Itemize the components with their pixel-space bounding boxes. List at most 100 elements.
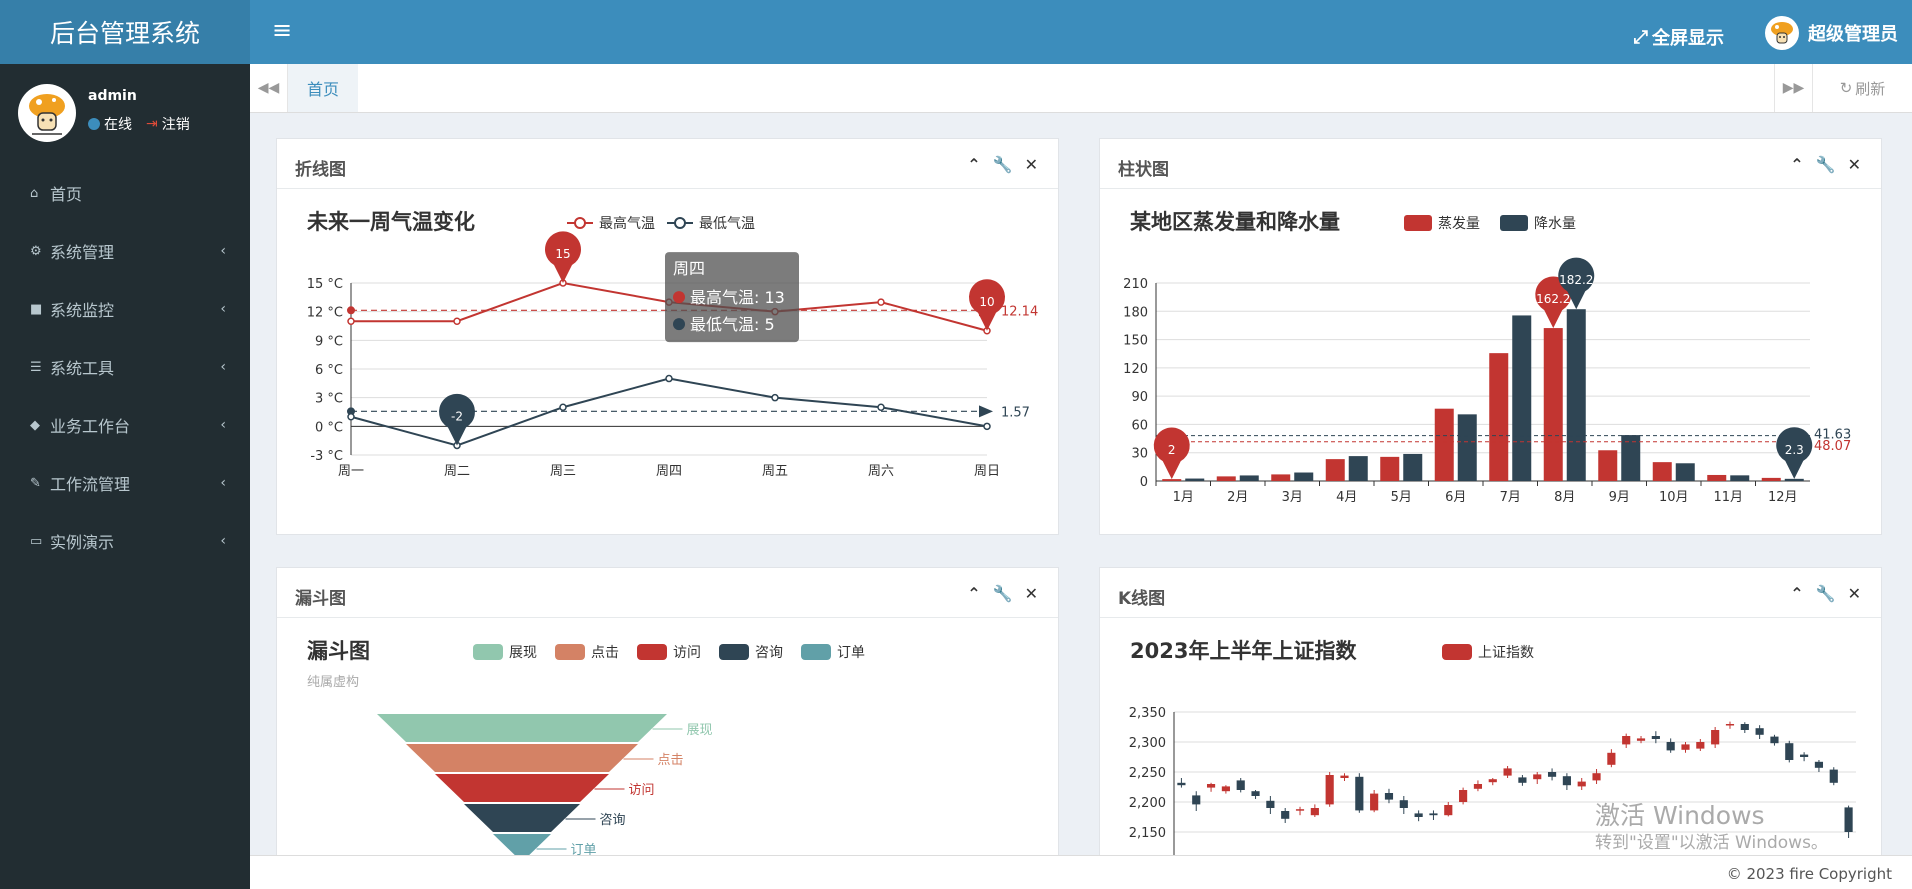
x-tick-label: 7月: [1500, 490, 1521, 505]
sidebar-item-label: 系统工具: [50, 359, 115, 378]
tab-scroll-right-icon[interactable]: ▶▶: [1774, 64, 1812, 112]
data-point: [347, 413, 355, 421]
candle-body: [1651, 736, 1660, 739]
y-tick-label: 12 °C: [307, 306, 343, 321]
y-tick-label: 2,300: [1129, 736, 1166, 751]
activation-watermark-subtitle: 转到"设置"以激活 Windows。: [1595, 833, 1828, 853]
cube-icon: ◆: [30, 417, 40, 433]
candle-body: [1681, 744, 1690, 750]
candle-body: [1221, 786, 1230, 792]
collapse-icon[interactable]: ⌃: [967, 584, 980, 603]
wrench-icon[interactable]: 🔧: [1816, 155, 1836, 174]
collapse-icon[interactable]: ⌃: [1790, 584, 1803, 603]
data-point: [983, 422, 991, 431]
candle-body: [1459, 790, 1468, 802]
panel-header: 柱状图 ⌃ 🔧 ✕: [1100, 139, 1881, 189]
legend-label: 点击: [591, 645, 619, 661]
collapse-icon[interactable]: ⌃: [1790, 155, 1803, 174]
min-marker-label: 2: [1168, 443, 1176, 457]
fullscreen-button[interactable]: ⤢ 全屏显示: [1634, 24, 1724, 50]
expand-icon: ⤢: [1633, 26, 1648, 48]
data-point: [877, 403, 885, 411]
wrench-icon[interactable]: 🔧: [1816, 584, 1836, 603]
max-marker-label: 15: [555, 247, 570, 261]
sidebar-item-workflow[interactable]: ✎ 工作流管理 ‹: [0, 454, 250, 512]
sidebar-item-system-tools[interactable]: ☰ 系统工具 ‹: [0, 338, 250, 396]
y-tick-label: 210: [1123, 277, 1148, 292]
y-tick-label: 60: [1131, 418, 1148, 433]
candle-body: [1755, 728, 1764, 735]
wrench-icon[interactable]: 🔧: [993, 155, 1013, 174]
panel-header: 漏斗图 ⌃ 🔧 ✕: [277, 568, 1058, 618]
candle-body: [1310, 808, 1319, 816]
chevron-left-icon: ‹: [220, 243, 226, 259]
video-icon: ■: [30, 301, 43, 317]
sidebar-toggle-icon[interactable]: ≡: [272, 16, 292, 44]
legend-swatch: [1442, 644, 1472, 660]
candle-body: [1740, 724, 1749, 730]
chevron-left-icon: ‹: [220, 475, 226, 491]
app-title[interactable]: 后台管理系统: [0, 0, 250, 64]
funnel-chart-panel: 漏斗图 ⌃ 🔧 ✕ 漏斗图 纯属虚构 展现 点击 访问 咨询 订单 展现 点击 访问 咨询 订单: [276, 567, 1059, 867]
wrench-icon[interactable]: 🔧: [993, 584, 1013, 603]
sidebar: admin 在线 ⇥ 注销 ⌂ 首页 ⚙ 系统管理 ‹ ■ 系统监控 ‹ ☰ 系统工具 ‹ ◆…: [0, 64, 250, 889]
candle-body: [1533, 774, 1542, 780]
candle-body: [1399, 800, 1408, 808]
sidebar-item-system-management[interactable]: ⚙ 系统管理 ‹: [0, 222, 250, 280]
close-icon[interactable]: ✕: [1025, 584, 1038, 603]
segment-label: 点击: [658, 753, 684, 768]
collapse-icon[interactable]: ⌃: [967, 155, 980, 174]
candle-body: [1577, 781, 1586, 787]
user-menu[interactable]: 超级管理员: [1765, 16, 1898, 50]
tooltip-line: 最低气温: 5: [690, 315, 775, 334]
average-arrow: [979, 405, 993, 418]
close-icon[interactable]: ✕: [1848, 155, 1861, 174]
x-tick-label: 周四: [656, 464, 682, 479]
data-point: [559, 403, 567, 411]
sidebar-item-system-monitor[interactable]: ■ 系统监控 ‹: [0, 280, 250, 338]
close-icon[interactable]: ✕: [1848, 584, 1861, 603]
panel-header: K线图 ⌃ 🔧 ✕: [1100, 568, 1881, 618]
y-tick-label: 2,150: [1129, 826, 1166, 841]
x-tick-label: 10月: [1659, 490, 1689, 505]
sidebar-item-label: 系统监控: [50, 301, 115, 320]
y-tick-label: 0 °C: [315, 420, 343, 435]
logout-link[interactable]: 注销: [162, 114, 190, 134]
user-avatar: [1765, 16, 1799, 50]
segment-label: 展现: [687, 723, 713, 738]
tooltip-marker: [673, 291, 685, 304]
gavel-icon: ✎: [30, 475, 41, 491]
footer: © 2023 fire Copyright: [250, 855, 1912, 889]
x-tick-label: 周二: [444, 464, 470, 479]
sidebar-item-demo[interactable]: ▭ 实例演示 ‹: [0, 512, 250, 570]
y-tick-label: 120: [1123, 362, 1148, 377]
refresh-button[interactable]: ↻ 刷新: [1812, 64, 1912, 112]
bar-evaporation: [1380, 456, 1400, 481]
avatar: [18, 84, 76, 142]
tab-scroll-left-icon[interactable]: ◀◀: [250, 64, 288, 112]
data-point: [877, 298, 885, 306]
sidebar-item-business[interactable]: ◆ 业务工作台 ‹: [0, 396, 250, 454]
sidebar-item-home[interactable]: ⌂ 首页: [0, 164, 250, 222]
legend-swatch: [1404, 215, 1432, 231]
min-marker-label: -2: [451, 409, 463, 423]
candle-body: [1503, 768, 1512, 776]
panel-title: 柱状图: [1118, 160, 1169, 180]
legend-swatch: [555, 644, 585, 660]
bar-evaporation: [1598, 450, 1618, 481]
chart-title: 2023年上半年上证指数: [1130, 639, 1357, 663]
bar-precipitation: [1675, 463, 1695, 481]
tooltip-marker: [673, 318, 685, 331]
chevron-left-icon: ‹: [220, 417, 226, 433]
server-icon: ☰: [30, 359, 42, 375]
legend-label: 上证指数: [1478, 645, 1534, 661]
desktop-icon: ▭: [30, 533, 43, 549]
bar-evaporation: [1761, 477, 1781, 481]
candle-body: [1666, 742, 1675, 751]
y-tick-label: 180: [1123, 305, 1148, 320]
tab-home[interactable]: 首页: [288, 64, 358, 112]
candle-body: [1177, 782, 1186, 786]
close-icon[interactable]: ✕: [1025, 155, 1038, 174]
legend-swatch: [637, 644, 667, 660]
chevron-left-icon: ‹: [220, 359, 226, 375]
